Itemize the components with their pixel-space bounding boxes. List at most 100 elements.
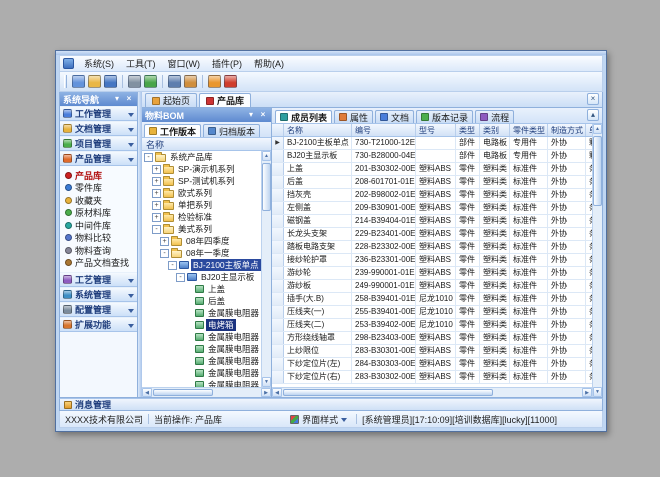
scroll-down-icon[interactable]: ▼ [593,387,602,397]
table-row[interactable]: 接纱轮护罩236-B23301-00E塑料ABS零件塑料类标准件外协条 [272,254,592,267]
column-header-5[interactable]: 零件类型 [510,124,548,136]
collapse-icon[interactable]: - [168,261,177,270]
tree-node[interactable]: +SP-测试机系列 [142,175,261,187]
expand-icon[interactable]: + [152,165,161,174]
nav-item-product-library[interactable]: 产品库 [60,169,137,182]
nav-item-raw-material[interactable]: 原材料库 [60,207,137,220]
scroll-right-icon[interactable]: ▶ [261,388,271,397]
expand-icon[interactable]: + [152,189,161,198]
grid-hscroll-track[interactable] [282,388,582,397]
tree-node[interactable]: -美式系列 [142,223,261,235]
collapse-icon[interactable]: - [176,273,185,282]
tree-node[interactable]: +08年四季度 [142,235,261,247]
chart-icon[interactable] [184,75,197,88]
save-icon[interactable] [104,75,117,88]
tree-node[interactable]: +单把系列 [142,199,261,211]
expand-icon[interactable]: + [152,177,161,186]
grid-vscrollbar[interactable]: ▲ ▼ [592,124,602,397]
table-row[interactable]: 游纱板249-990001-01E塑料ABS零件塑料类标准件外协条 [272,280,592,293]
tab-product-library[interactable]: 产品库 [199,93,251,107]
bom-close-button[interactable]: × [258,110,268,120]
column-header-2[interactable]: 型号 [416,124,456,136]
table-row[interactable]: 后盖208-601701-01E塑料ABS零件塑料类标准件外协条 [272,176,592,189]
tree-node[interactable]: 后盖 [142,295,261,307]
table-row[interactable]: 磁钢盖214-B39404-01E塑料ABS零件塑料类标准件外协条 [272,215,592,228]
table-row[interactable]: 压线夹(一)255-B39401-00E尼龙1010零件塑料类标准件外协条 [272,306,592,319]
nav-item-product-doc-search[interactable]: 产品文档查找 [60,257,137,270]
settings-icon[interactable] [168,75,181,88]
tree-node[interactable]: +SP-演示机系列 [142,163,261,175]
collapse-icon[interactable]: - [152,225,161,234]
exit-icon[interactable] [224,75,237,88]
column-header-0[interactable]: 名称 [284,124,352,136]
tree-vscroll-thumb[interactable] [262,163,271,211]
tree-node[interactable]: 上盖 [142,283,261,295]
column-header-3[interactable]: 类型 [456,124,480,136]
menu-item-window[interactable]: 窗口(W) [162,56,207,72]
close-document-button[interactable]: × [587,93,599,105]
table-row[interactable]: 长龙头支架229-B23401-00E塑料ABS零件塑料类标准件外协条 [272,228,592,241]
nav-item-middleware[interactable]: 中间件库 [60,219,137,232]
detail-tab-workflow[interactable]: 流程 [475,110,514,123]
table-row[interactable]: ▶BJ-2100主板单点730-T21000-12E部件电路板专用件外协颗 [272,137,592,150]
tree-node[interactable]: 金属膜电阻器 [142,307,261,319]
scroll-right-icon[interactable]: ▶ [582,388,592,397]
new-document-icon[interactable] [72,75,85,88]
table-row[interactable]: 左侧盖209-B30901-00E塑料ABS零件塑料类标准件外协条 [272,202,592,215]
nav-group-work[interactable]: 工作管理 [60,106,137,121]
tree-node[interactable]: 金属膜电阻器 [142,331,261,343]
tree-node[interactable]: -BJ20主显示板 [142,271,261,283]
scroll-left-icon[interactable]: ◀ [272,388,282,397]
tree-node[interactable]: -BJ-2100主板单点 [142,259,261,271]
collapse-panel-button[interactable]: ▴ [587,109,599,121]
tree-vscroll-track[interactable] [262,161,271,377]
table-row[interactable]: 下纱定位片(右)283-B30302-00E塑料ABS零件塑料类标准件外协条 [272,371,592,384]
bom-pin-button[interactable]: ▾ [246,110,256,120]
table-row[interactable]: 方形绕线轴罩298-B23403-00E塑料ABS零件塑料类标准件外协条 [272,332,592,345]
nav-group-project[interactable]: 项目管理 [60,136,137,151]
table-row[interactable]: 挡灰壳202-B98002-01E塑料ABS零件塑料类标准件外协条 [272,189,592,202]
collapse-icon[interactable]: - [160,249,169,258]
grid-vscroll-thumb[interactable] [593,136,602,206]
nav-group-config[interactable]: 配置管理 [60,302,137,317]
tree-node[interactable]: -08年一季度 [142,247,261,259]
table-row[interactable]: 上纱限位283-B30301-00E塑料ABS零件塑料类标准件外协条 [272,345,592,358]
search-icon[interactable] [128,75,141,88]
table-row[interactable]: 上盖201-B30302-00E塑料ABS零件塑料类标准件外协条 [272,163,592,176]
nav-group-system[interactable]: 系统管理 [60,287,137,302]
scroll-up-icon[interactable]: ▲ [262,151,271,161]
column-header-1[interactable]: 编号 [352,124,416,136]
nav-item-parts-library[interactable]: 零件库 [60,182,137,195]
tree-node[interactable]: +检验标准 [142,211,261,223]
grid-vscroll-track[interactable] [593,134,602,387]
expand-icon[interactable]: + [160,237,169,246]
tree-node[interactable]: 金属膜电阻器 [142,367,261,379]
detail-tab-member-list[interactable]: 成员列表 [275,110,332,123]
table-row[interactable]: 踏板电路支架228-B23302-00E塑料ABS零件塑料类标准件外协条 [272,241,592,254]
table-row[interactable]: BJ20主显示板730-B28000-04E部件电路板专用件外协颗 [272,150,592,163]
tab-start-page[interactable]: 起始页 [145,93,197,107]
interface-style-selector[interactable]: 界面样式 [302,413,338,426]
nav-close-button[interactable]: × [124,94,134,104]
nav-item-material-search[interactable]: 物料查询 [60,244,137,257]
version-tab-archived[interactable]: 归档版本 [203,124,260,137]
table-row[interactable]: 压线夹(二)253-B39402-00E尼龙1010零件塑料类标准件外协条 [272,319,592,332]
nav-item-favorites[interactable]: 收藏夹 [60,194,137,207]
scroll-down-icon[interactable]: ▼ [262,377,271,387]
tree-vscrollbar[interactable]: ▲ ▼ [261,151,271,387]
nav-item-material-compare[interactable]: 物料比较 [60,232,137,245]
grid-hscroll-thumb[interactable] [283,389,493,396]
tree-hscroll-thumb[interactable] [153,389,213,396]
nav-group-extension[interactable]: 扩展功能 [60,317,137,332]
toolbar-grip-handle[interactable] [64,75,67,88]
tree-hscroll-track[interactable] [152,388,261,397]
nav-pin-button[interactable]: ▾ [112,94,122,104]
tree-node[interactable]: 金属膜电阻器 [142,343,261,355]
tree-column-header[interactable]: 名称 [142,138,271,151]
version-tab-working[interactable]: 工作版本 [144,124,201,137]
table-row[interactable]: 下纱定位片(左)284-B30303-00E塑料ABS零件塑料类标准件外协条 [272,358,592,371]
table-row[interactable]: 插手(大.B)258-B39401-01E尼龙1010零件塑料类标准件外协条 [272,293,592,306]
help-icon[interactable] [208,75,221,88]
menu-item-plugins[interactable]: 插件(P) [206,56,248,72]
menu-item-tools[interactable]: 工具(T) [120,56,162,72]
